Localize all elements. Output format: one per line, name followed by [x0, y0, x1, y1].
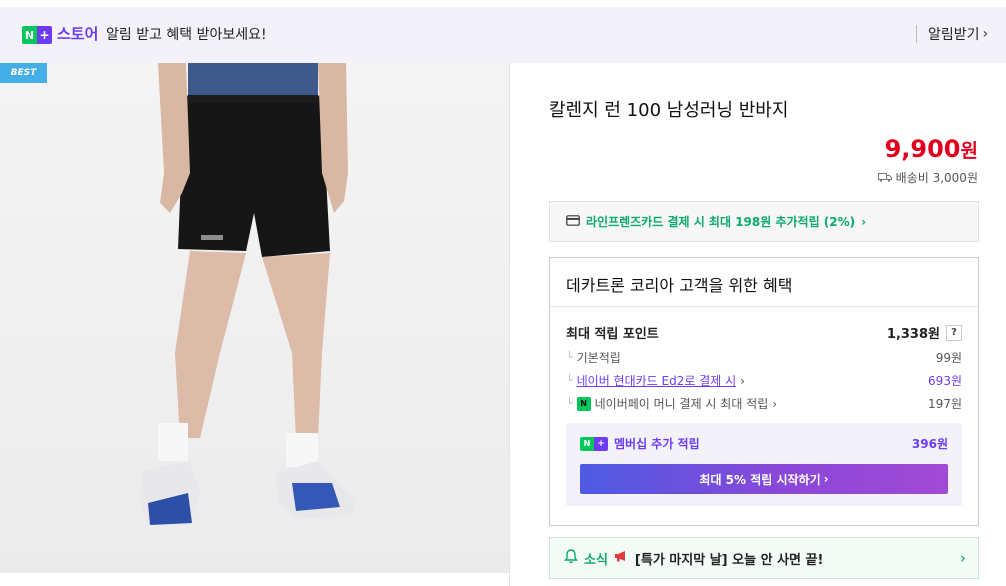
branch-icon: └	[566, 351, 573, 364]
max-points-label: 최대 적립 포인트	[566, 327, 659, 342]
chevron-right-icon: ›	[823, 472, 829, 486]
membership-panel: N + 멤버십 추가 적립 396원 최대 5% 적립 시작하기 ›	[566, 423, 962, 506]
news-text: [특가 마지막 날] 오늘 안 사면 끝!	[634, 552, 824, 568]
chevron-right-icon: ›	[772, 396, 778, 411]
product-title: 칼렌지 런 100 남성러닝 반바지	[549, 100, 789, 121]
points-row-label[interactable]: 네이버 현대카드 Ed2로 결제 시	[577, 372, 737, 389]
points-row-value: 693원	[928, 374, 962, 388]
product-price: 9,900원	[885, 135, 978, 163]
naver-plus-membership-icon: N +	[580, 436, 608, 451]
points-row-value: 197원	[928, 397, 962, 411]
banner-divider	[916, 25, 917, 43]
store-notification-banner: N + 스토어 알림 받고 혜택 받아보세요! 알림받기 ›	[0, 7, 1006, 63]
points-row-hyundai-card[interactable]: └ 네이버 현대카드 Ed2로 결제 시 › 693원	[566, 372, 962, 389]
points-row-value: 99원	[935, 351, 962, 365]
benefit-panel: 데카트론 코리아 고객을 위한 혜택 최대 적립 포인트 1,338원 ? └ 기…	[549, 257, 979, 526]
truck-icon	[877, 171, 892, 185]
points-row-naverpay[interactable]: └ N 네이버페이 머니 결제 시 최대 적립 › 197원	[566, 395, 962, 412]
shipping-fee: 배송비 3,000원	[877, 169, 978, 186]
points-row-basic: └ 기본적립 99원	[566, 349, 962, 366]
chevron-right-icon: ›	[740, 373, 745, 388]
card-promo-text: 라인프렌즈카드 결제 시 최대 198원 추가적립 (2%)	[586, 215, 856, 229]
benefit-divider	[550, 306, 978, 307]
chevron-right-icon: ›	[861, 214, 867, 229]
best-badge: BEST	[0, 63, 47, 83]
start-membership-button[interactable]: 최대 5% 적립 시작하기 ›	[580, 464, 948, 494]
subscribe-alert-label: 알림받기	[928, 27, 980, 43]
price-unit: 원	[960, 140, 978, 162]
branch-icon: └	[566, 374, 573, 387]
help-icon[interactable]: ?	[946, 324, 962, 341]
branch-icon: └	[566, 397, 573, 410]
chevron-right-icon: ›	[960, 549, 966, 567]
naverpay-icon: N	[576, 396, 591, 411]
points-row-label: 네이버페이 머니 결제 시 최대 적립	[594, 397, 769, 411]
banner-message: 알림 받고 혜택 받아보세요!	[106, 27, 267, 43]
product-image[interactable]: BEST	[0, 63, 509, 573]
membership-label: 멤버십 추가 적립	[614, 437, 700, 451]
card-promo-link[interactable]: 라인프렌즈카드 결제 시 최대 198원 추가적립 (2%) ›	[549, 201, 979, 242]
max-points-row: 최대 적립 포인트 1,338원 ?	[566, 323, 962, 342]
membership-row: N + 멤버십 추가 적립 396원	[580, 435, 948, 452]
credit-card-icon	[566, 214, 580, 229]
store-label: 스토어	[57, 25, 99, 43]
news-label: 소식	[584, 552, 608, 568]
shipping-text: 배송비 3,000원	[895, 171, 978, 185]
points-row-label: 기본적립	[576, 351, 621, 365]
naver-plus-logo-icon: N +	[22, 26, 52, 44]
benefit-title: 데카트론 코리아 고객을 위한 혜택	[566, 276, 793, 295]
bell-icon	[564, 548, 578, 568]
start-membership-label: 최대 5% 적립 시작하기	[699, 472, 821, 487]
news-banner[interactable]: 소식 [특가 마지막 날] 오늘 안 사면 끝! ›	[549, 537, 979, 579]
price-amount: 9,900	[884, 135, 961, 163]
chevron-right-icon: ›	[982, 26, 989, 42]
running-shorts-photo	[140, 63, 356, 525]
megaphone-icon	[614, 550, 629, 566]
max-points-value: 1,338원	[886, 327, 940, 342]
membership-value: 396원	[911, 437, 948, 451]
image-divider	[509, 63, 510, 586]
subscribe-alert-button[interactable]: 알림받기 ›	[928, 24, 988, 44]
